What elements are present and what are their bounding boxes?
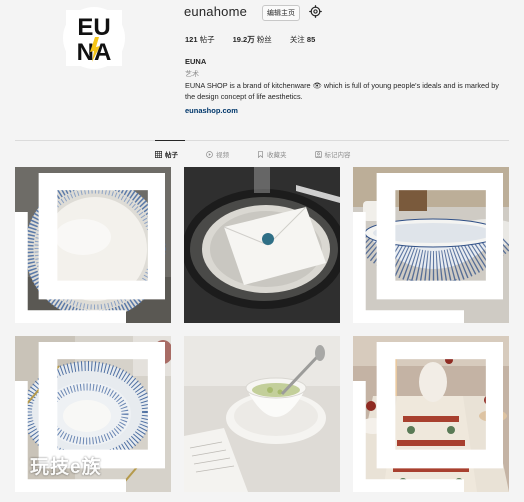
tab-saved-label: 收藏夹 — [267, 152, 287, 159]
avatar[interactable]: EU NA — [63, 7, 125, 69]
bookmark-icon — [258, 150, 263, 158]
posts-label: 帖子 — [199, 35, 215, 44]
active-tab-indicator — [155, 140, 185, 141]
post-table-runner-setting[interactable] — [353, 336, 509, 492]
tab-tagged[interactable]: 标记内容 — [314, 149, 351, 159]
post-teacup-with-spoon[interactable] — [184, 336, 340, 492]
envelope-photo — [184, 167, 340, 323]
tab-saved[interactable]: 收藏夹 — [257, 149, 287, 159]
tab-posts-label: 帖子 — [165, 152, 178, 159]
brand-logo: EU NA — [66, 10, 122, 66]
edit-profile-button[interactable]: 编辑主页 — [262, 5, 300, 21]
multi-image-icon — [353, 342, 503, 492]
following-stat[interactable]: 关注 85 — [290, 34, 315, 45]
teacup-photo — [184, 336, 340, 492]
tabs-divider — [15, 140, 509, 141]
following-count: 85 — [306, 35, 316, 44]
watermark: 玩技e族 — [30, 457, 102, 478]
posts-stat[interactable]: 121 帖子 — [185, 34, 215, 45]
followers-count: 19.2万 — [232, 35, 255, 44]
profile-bio: EUNA SHOP is a brand of kitchenware 👁 wh… — [185, 81, 499, 101]
tab-tagged-label: 标记内容 — [324, 152, 351, 159]
followers-stat[interactable]: 19.2万 粉丝 — [233, 34, 272, 45]
post-striped-bowl[interactable] — [353, 167, 509, 323]
following-label: 关注 — [289, 35, 305, 44]
multi-image-icon — [353, 173, 503, 323]
followers-label: 粉丝 — [256, 35, 272, 44]
multi-image-icon — [15, 173, 165, 323]
profile-category: 艺术 — [185, 71, 199, 78]
grid-icon — [155, 150, 162, 158]
tag-icon — [314, 150, 322, 158]
profile-name: EUNA — [185, 57, 207, 66]
tab-videos[interactable]: 视频 — [206, 149, 229, 159]
posts-count: 121 — [185, 35, 198, 44]
profile-website-link[interactable]: eunashop.com — [185, 106, 238, 115]
post-envelope-on-plates[interactable] — [184, 167, 340, 323]
post-blue-rim-plate[interactable] — [15, 167, 171, 323]
svg-text:EU: EU — [77, 14, 110, 41]
profile-username: eunahome — [184, 4, 248, 19]
tab-videos-label: 视频 — [216, 152, 229, 159]
profile-stats: 121 帖子 19.2万 粉丝 关注 85 — [185, 34, 333, 45]
settings-gear-icon[interactable] — [309, 5, 322, 18]
video-icon — [206, 150, 213, 158]
profile-tabs: 帖子 视频 收藏夹 标记内容 — [155, 149, 379, 159]
tab-posts[interactable]: 帖子 — [155, 149, 178, 159]
